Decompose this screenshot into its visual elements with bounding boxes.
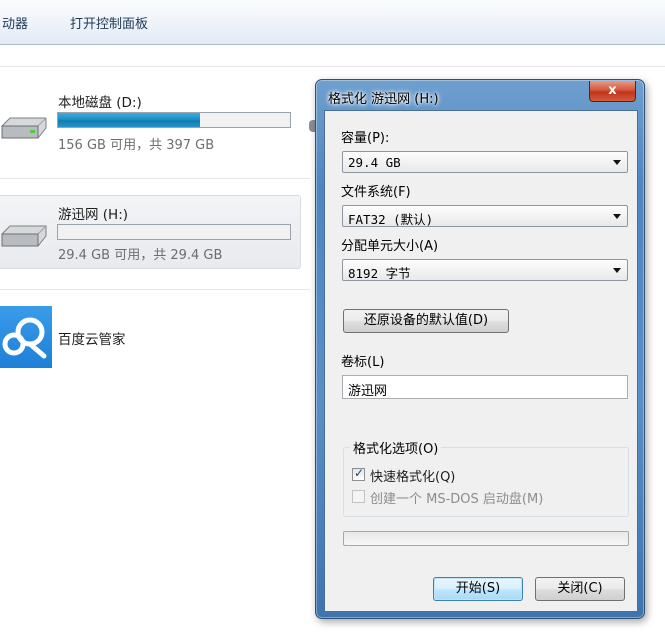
toolbar-divider: [0, 66, 665, 67]
start-button[interactable]: 开始(S): [433, 577, 523, 601]
capacity-label: 容量(P):: [341, 131, 390, 146]
restore-defaults-button[interactable]: 还原设备的默认值(D): [343, 309, 509, 333]
drive-divider-2: [0, 289, 310, 290]
filesystem-select[interactable]: FAT32 (默认): [342, 205, 628, 227]
drive-h-space: 29.4 GB 可用，共 29.4 GB: [58, 248, 223, 263]
filesystem-value: FAT32 (默认): [348, 212, 434, 227]
msdos-startup-checkbox: [352, 490, 365, 503]
cluster-size-value: 8192 字节: [348, 266, 411, 281]
drive-divider: [0, 178, 310, 179]
filesystem-label: 文件系统(F): [341, 185, 411, 200]
hard-drive-icon: [1, 117, 47, 139]
drive-d[interactable]: 本地磁盘 (D:) 156 GB 可用，共 397 GB: [0, 84, 300, 164]
drive-h-name: 游迅网 (H:): [58, 207, 129, 223]
dialog-title: 格式化 游迅网 (H:): [328, 92, 439, 107]
format-progress-bar: [343, 531, 629, 546]
checkmark-icon: ✓: [354, 466, 365, 480]
dialog-body: 容量(P): 29.4 GB 文件系统(F) FAT32 (默认) 分配单元大小…: [324, 110, 638, 612]
volume-label-value: 游迅网: [348, 384, 388, 399]
chevron-down-icon: [613, 214, 621, 219]
baidu-cloud-label[interactable]: 百度云管家: [58, 328, 126, 348]
usb-drive-icon: [1, 225, 47, 247]
quick-format-label: 快速格式化(Q): [370, 470, 456, 485]
drive-d-usage-bar: [57, 112, 291, 128]
drive-h[interactable]: 游迅网 (H:) 29.4 GB 可用，共 29.4 GB: [0, 195, 301, 269]
format-options-title: 格式化选项(O): [350, 438, 442, 457]
baidu-cloud-icon[interactable]: [0, 306, 52, 368]
chevron-down-icon: [613, 160, 621, 165]
capacity-value: 29.4 GB: [348, 155, 401, 170]
open-control-panel-button[interactable]: 打开控制面板: [70, 13, 148, 32]
volume-label-input[interactable]: 游迅网: [342, 375, 628, 399]
quick-format-checkbox[interactable]: ✓: [352, 466, 365, 481]
explorer-toolbar: 动器 打开控制面板: [0, 0, 665, 45]
format-dialog: 格式化 游迅网 (H:) x 容量(P): 29.4 GB 文件系统(F) FA…: [315, 79, 645, 619]
close-icon[interactable]: x: [589, 81, 636, 102]
capacity-select[interactable]: 29.4 GB: [342, 151, 628, 173]
msdos-startup-label: 创建一个 MS-DOS 启动盘(M): [370, 492, 544, 507]
volume-label-caption: 卷标(L): [341, 355, 385, 370]
drive-d-name: 本地磁盘 (D:): [58, 95, 142, 111]
format-options-group: 格式化选项(O) ✓ 快速格式化(Q) 创建一个 MS-DOS 启动盘(M): [343, 438, 629, 517]
chevron-down-icon: [613, 268, 621, 273]
close-button[interactable]: 关闭(C): [535, 577, 625, 601]
toolbar-drive-item[interactable]: 动器: [2, 13, 28, 32]
cluster-size-select[interactable]: 8192 字节: [342, 259, 628, 281]
drive-h-usage-bar: [57, 224, 291, 240]
cluster-size-label: 分配单元大小(A): [341, 239, 439, 254]
drive-d-space: 156 GB 可用，共 397 GB: [58, 138, 215, 153]
drive-d-usage-fill: [58, 113, 200, 127]
